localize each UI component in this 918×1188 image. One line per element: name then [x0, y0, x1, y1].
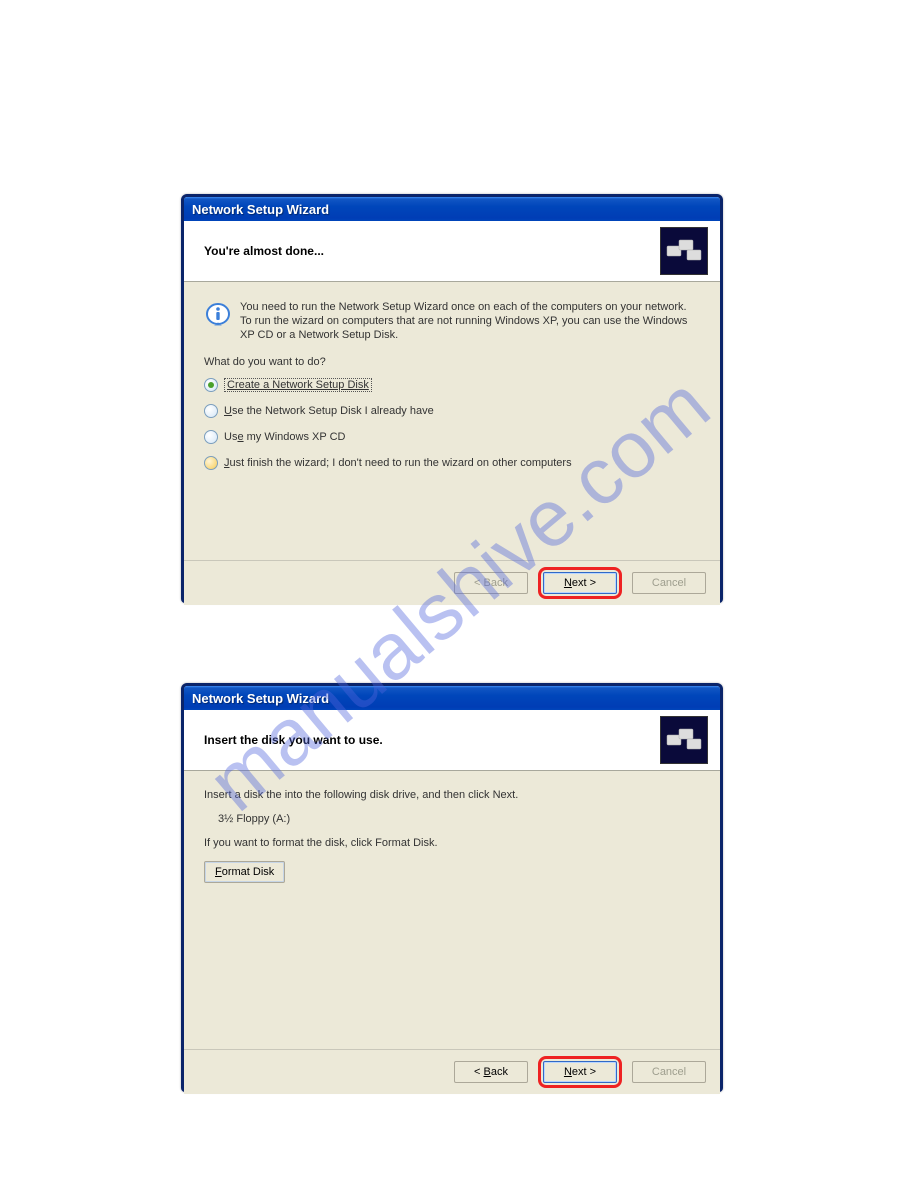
info-icon — [204, 300, 232, 328]
body: You need to run the Network Setup Wizard… — [184, 282, 720, 560]
titlebar[interactable]: Network Setup Wizard — [184, 197, 720, 221]
instruction-line-1: Insert a disk the into the following dis… — [204, 789, 700, 801]
wizard-dialog-2: Network Setup Wizard Insert the disk you… — [181, 683, 723, 1092]
info-text: You need to run the Network Setup Wizard… — [240, 300, 700, 342]
title-text: Network Setup Wizard — [192, 691, 329, 706]
instruction-line-2: If you want to format the disk, click Fo… — [204, 837, 700, 849]
wizard-dialog-1: Network Setup Wizard You're almost done.… — [181, 194, 723, 603]
heading: Insert the disk you want to use. — [204, 733, 383, 747]
header-pane: Insert the disk you want to use. — [184, 710, 720, 771]
option-label: Create a Network Setup Disk — [224, 378, 372, 392]
back-button: < Back — [454, 572, 528, 594]
back-button[interactable]: < Back — [454, 1061, 528, 1083]
cancel-button: Cancel — [632, 1061, 706, 1083]
network-computers-icon — [660, 716, 708, 764]
title-text: Network Setup Wizard — [192, 202, 329, 217]
network-computers-icon — [660, 227, 708, 275]
next-highlight: Next > — [538, 567, 622, 599]
drive-label: 3½ Floppy (A:) — [218, 813, 700, 825]
cancel-button: Cancel — [632, 572, 706, 594]
next-button[interactable]: Next > — [543, 572, 617, 594]
radio-icon[interactable] — [204, 430, 218, 444]
option-label: Use the Network Setup Disk I already hav… — [224, 405, 434, 417]
format-disk-button[interactable]: Format Disk — [204, 861, 285, 883]
footer: < Back Next > Cancel — [184, 1049, 720, 1094]
option-label: Just finish the wizard; I don't need to … — [224, 457, 572, 469]
footer: < Back Next > Cancel — [184, 560, 720, 605]
radio-icon[interactable] — [204, 378, 218, 392]
radio-icon[interactable] — [204, 456, 218, 470]
header-pane: You're almost done... — [184, 221, 720, 282]
prompt: What do you want to do? — [204, 356, 700, 368]
radio-icon[interactable] — [204, 404, 218, 418]
option-just-finish[interactable]: Just finish the wizard; I don't need to … — [204, 456, 700, 470]
option-use-xp-cd[interactable]: Use my Windows XP CD — [204, 430, 700, 444]
titlebar[interactable]: Network Setup Wizard — [184, 686, 720, 710]
heading: You're almost done... — [204, 244, 324, 258]
option-use-existing-disk[interactable]: Use the Network Setup Disk I already hav… — [204, 404, 700, 418]
option-create-disk[interactable]: Create a Network Setup Disk — [204, 378, 700, 392]
next-button[interactable]: Next > — [543, 1061, 617, 1083]
option-label: Use my Windows XP CD — [224, 431, 345, 443]
body: Insert a disk the into the following dis… — [184, 771, 720, 1049]
next-highlight: Next > — [538, 1056, 622, 1088]
